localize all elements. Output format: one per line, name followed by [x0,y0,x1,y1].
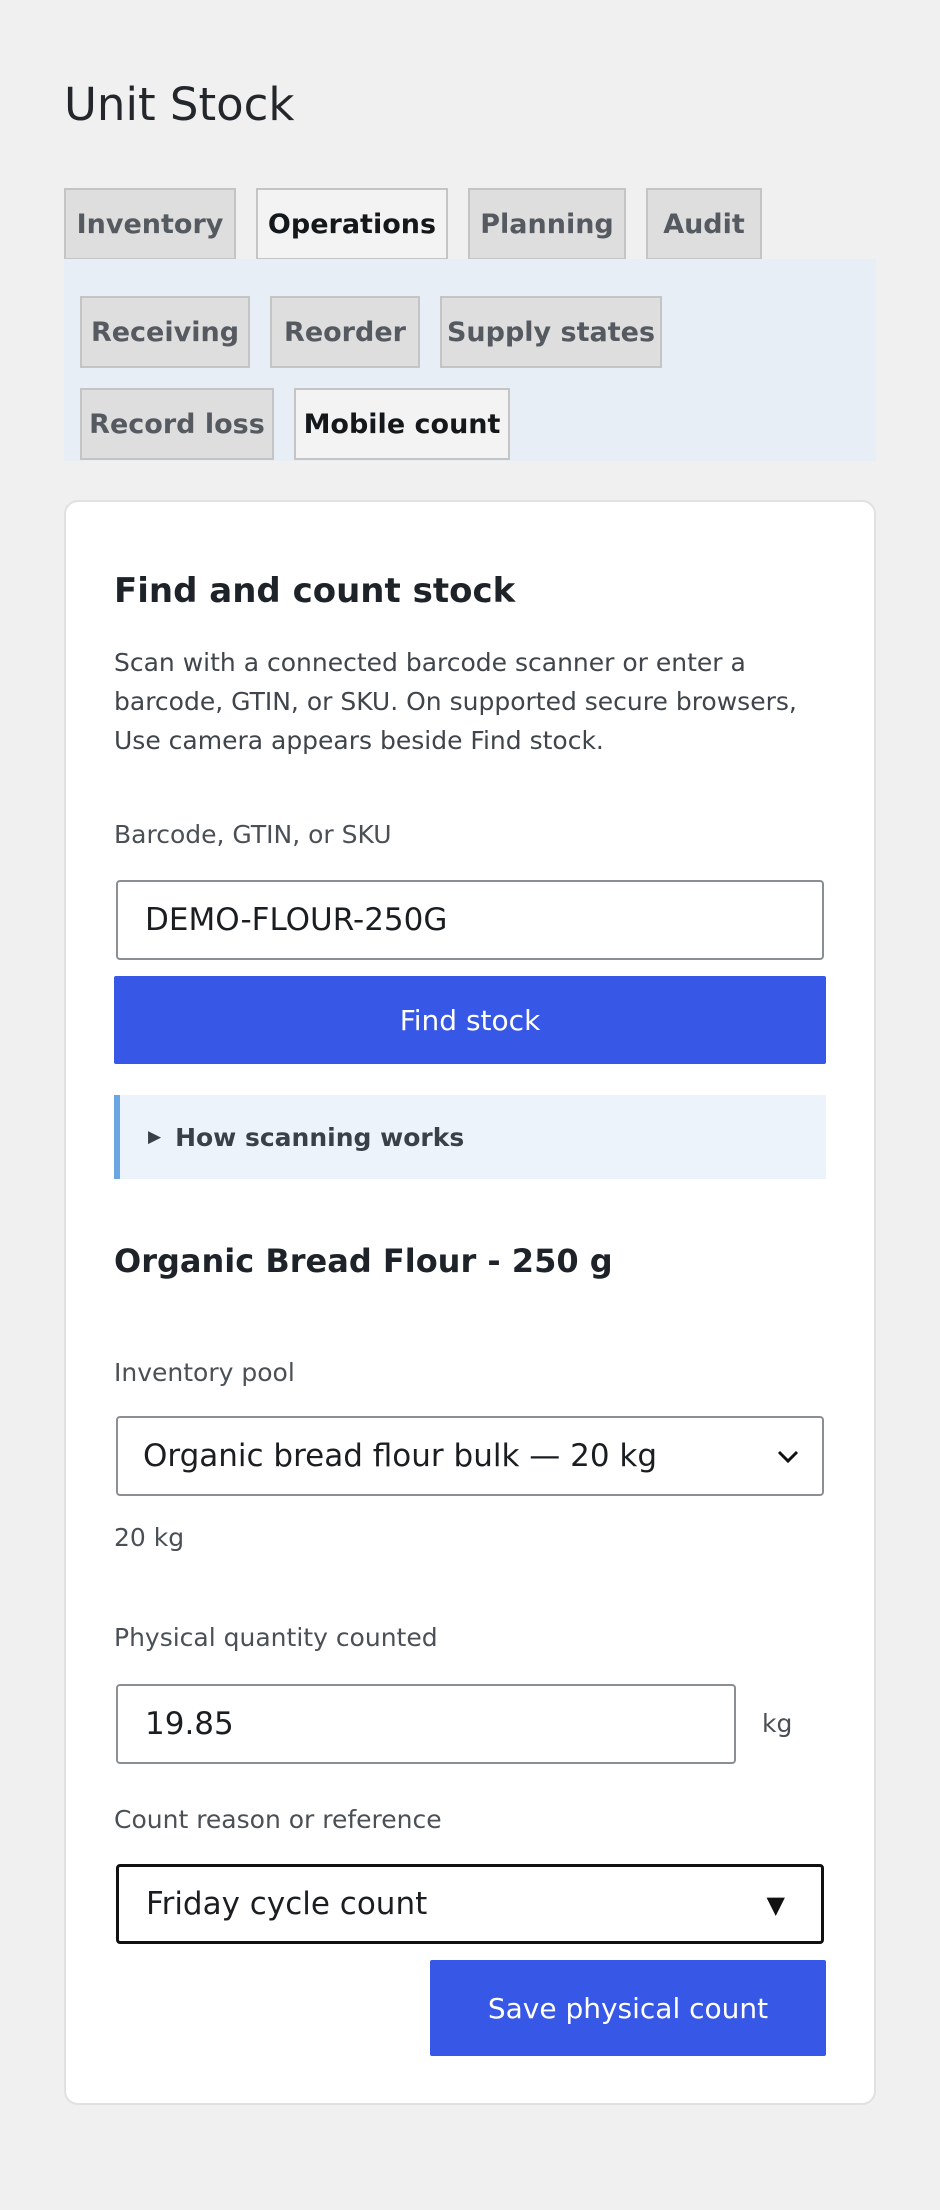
save-physical-count-button[interactable]: Save physical count [430,1960,826,2056]
tab-audit[interactable]: Audit [646,188,762,260]
barcode-input[interactable]: DEMO-FLOUR-250G [116,880,824,960]
pool-hint: 20 kg [114,1523,185,1552]
subtab-receiving[interactable]: Receiving [80,296,250,368]
reason-select[interactable]: Friday cycle count ▼ [116,1864,824,1944]
subtab-record-loss[interactable]: Record loss [80,388,274,460]
tab-planning[interactable]: Planning [468,188,626,260]
subtab-reorder[interactable]: Reorder [270,296,420,368]
subtab-mobile-count[interactable]: Mobile count [294,388,510,460]
quantity-input[interactable]: 19.85 [116,1684,736,1764]
find-stock-button[interactable]: Find stock [114,976,826,1064]
caret-down-icon: ▼ [766,1891,785,1919]
pool-label: Inventory pool [114,1358,295,1387]
tab-inventory[interactable]: Inventory [64,188,236,260]
tab-operations[interactable]: Operations [256,188,448,260]
chevron-down-icon [777,1450,799,1464]
pool-select-value: Organic bread flour bulk — 20 kg [143,1438,658,1474]
details-summary: How scanning works [175,1122,465,1152]
triangle-right-icon: ▶ [148,1127,162,1147]
quantity-label: Physical quantity counted [114,1623,438,1652]
finder-description: Scan with a connected barcode scanner or… [114,648,797,755]
barcode-label: Barcode, GTIN, or SKU [114,820,392,849]
finder-heading: Find and count stock [114,571,516,611]
product-name: Organic Bread Flour - 250 g [114,1242,613,1280]
page-title: Unit Stock [64,78,295,131]
pool-select[interactable]: Organic bread flour bulk — 20 kg [116,1416,824,1496]
how-scanning-works-details[interactable]: ▶ How scanning works [114,1095,826,1179]
reason-label: Count reason or reference [114,1805,442,1834]
reason-select-value: Friday cycle count [146,1886,428,1922]
quantity-unit: kg [762,1709,793,1738]
subtab-supply-states[interactable]: Supply states [440,296,662,368]
